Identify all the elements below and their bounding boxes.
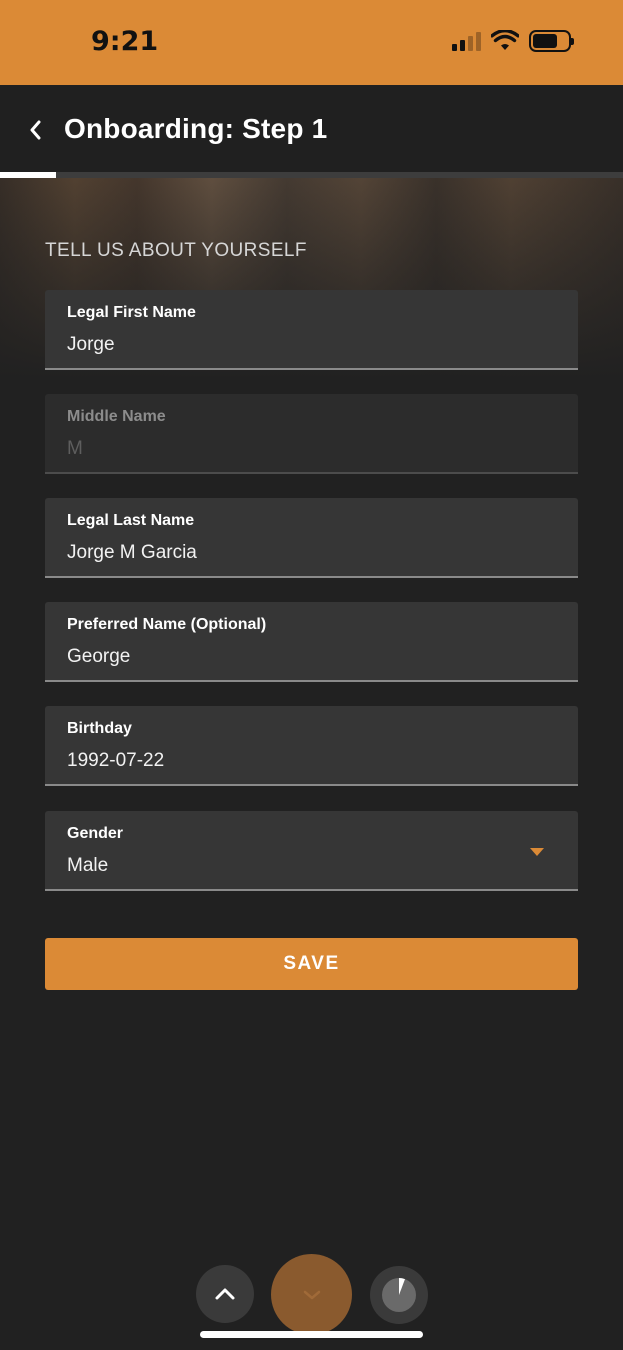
birthday-field[interactable]: Birthday 1992-07-22	[45, 706, 578, 786]
last-name-value[interactable]: Jorge M Garcia	[67, 542, 197, 564]
back-button[interactable]	[20, 113, 50, 147]
gender-label: Gender	[67, 825, 124, 842]
timer-button[interactable]	[370, 1266, 428, 1324]
chevron-left-icon	[30, 120, 41, 140]
cellular-signal-icon	[452, 31, 481, 51]
first-name-field[interactable]: Legal First Name Jorge	[45, 290, 578, 370]
pie-timer-icon	[382, 1278, 416, 1312]
preferred-name-label: Preferred Name (Optional)	[67, 616, 267, 633]
app-header: Onboarding: Step 1	[0, 85, 623, 173]
wifi-icon	[491, 30, 519, 50]
first-name-value[interactable]: Jorge	[67, 334, 115, 356]
first-name-label: Legal First Name	[67, 304, 196, 321]
gender-select[interactable]: Gender Male	[45, 811, 578, 891]
save-button[interactable]: SAVE	[45, 938, 578, 990]
birthday-label: Birthday	[67, 720, 132, 737]
preferred-name-field[interactable]: Preferred Name (Optional) George	[45, 602, 578, 682]
caret-down-icon[interactable]	[530, 848, 544, 856]
preferred-name-value[interactable]: George	[67, 646, 130, 668]
scroll-up-button[interactable]	[196, 1265, 254, 1323]
chevron-down-icon	[303, 1290, 320, 1299]
page-title: Onboarding: Step 1	[64, 113, 328, 144]
battery-icon	[529, 30, 574, 52]
status-icons	[452, 30, 574, 52]
birthday-value[interactable]: 1992-07-22	[67, 750, 164, 772]
gender-value[interactable]: Male	[67, 855, 108, 877]
middle-name-value: M	[67, 438, 83, 459]
chevron-up-icon	[215, 1288, 235, 1300]
middle-name-field: Middle Name M	[45, 394, 578, 474]
scroll-down-button[interactable]	[271, 1254, 352, 1335]
middle-name-label: Middle Name	[67, 408, 166, 425]
last-name-label: Legal Last Name	[67, 512, 195, 529]
status-time: 9:21	[91, 26, 159, 57]
last-name-field[interactable]: Legal Last Name Jorge M Garcia	[45, 498, 578, 578]
section-heading: TELL US ABOUT YOURSELF	[45, 240, 307, 261]
status-bar: 9:21	[0, 0, 623, 85]
home-indicator	[200, 1331, 423, 1338]
